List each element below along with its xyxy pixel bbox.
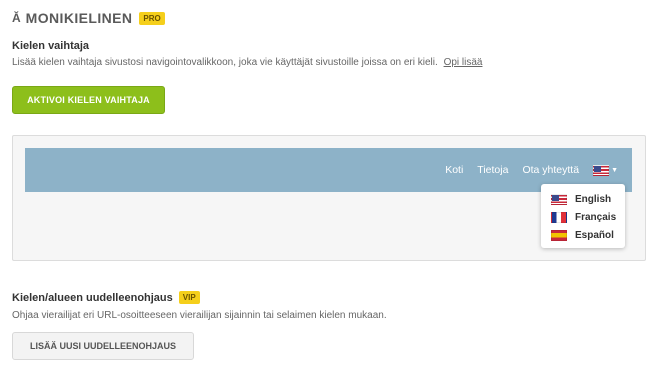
fr-flag-icon (551, 211, 567, 223)
language-selector[interactable]: ▼ (593, 164, 618, 176)
vip-badge: VIP (178, 291, 200, 304)
caret-down-icon: ▼ (611, 166, 618, 174)
switcher-description: Lisää kielen vaihtaja sivustosi navigoin… (12, 57, 482, 68)
es-flag-icon (551, 229, 567, 241)
language-label: Español (575, 229, 614, 241)
pro-badge: PRO (139, 11, 165, 25)
nav-item-home[interactable]: Koti (445, 164, 463, 176)
language-icon: Ă (12, 11, 21, 25)
page-title: MONIKIELINEN (25, 10, 133, 26)
add-redirect-button[interactable]: LISÄÄ UUSI UUDELLEENOHJAUS (12, 332, 194, 360)
redirect-description: Ohjaa vierailijat eri URL-osoitteeseen v… (12, 310, 387, 321)
us-flag-icon (593, 164, 610, 176)
nav-item-contact[interactable]: Ota yhteyttä (522, 164, 579, 176)
switcher-description-text: Lisää kielen vaihtaja sivustosi navigoin… (12, 57, 438, 68)
language-option-spanish[interactable]: Español (551, 226, 625, 244)
language-option-french[interactable]: Français (551, 208, 625, 226)
redirect-header: Kielen/alueen uudelleenohjaus VIP (12, 291, 200, 304)
language-label: English (575, 193, 612, 205)
nav-item-about[interactable]: Tietoja (477, 164, 508, 176)
language-label: Français (575, 211, 617, 223)
switcher-title: Kielen vaihtaja (12, 40, 90, 52)
activate-switcher-button[interactable]: AKTIVOI KIELEN VAIHTAJA (12, 86, 165, 114)
learn-more-link[interactable]: Opi lisää (444, 57, 483, 68)
language-dropdown: English Français Español (541, 184, 625, 248)
us-flag-icon (551, 193, 567, 205)
switcher-preview: Koti Tietoja Ota yhteyttä ▼ English Fran… (12, 135, 646, 261)
redirect-title: Kielen/alueen uudelleenohjaus (12, 291, 173, 304)
language-option-english[interactable]: English (551, 190, 625, 208)
section-header: Ă MONIKIELINEN PRO (12, 9, 165, 27)
